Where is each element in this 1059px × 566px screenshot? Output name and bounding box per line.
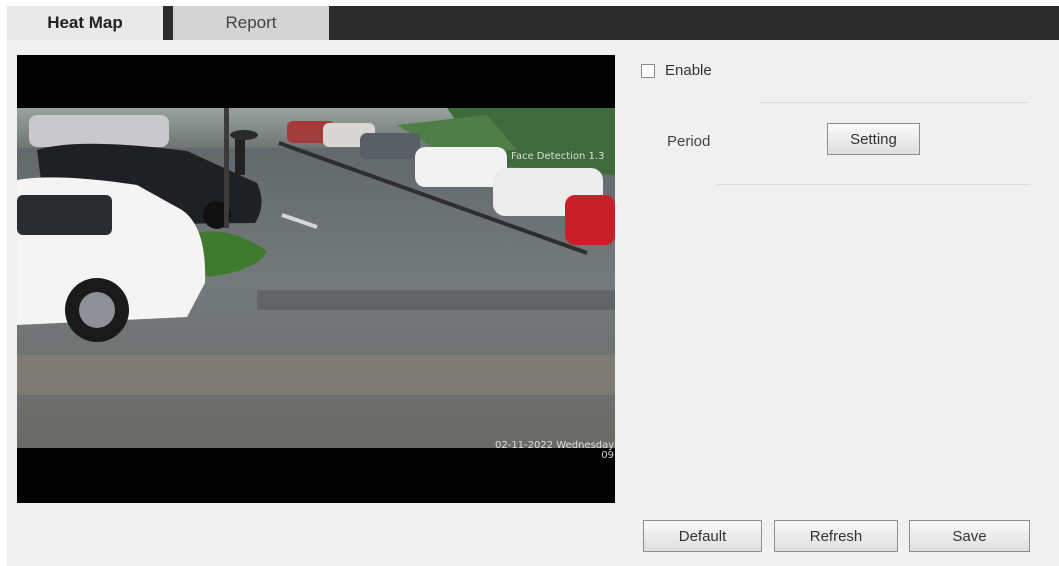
tab-heat-map[interactable]: Heat Map bbox=[7, 6, 163, 40]
enable-label: Enable bbox=[665, 62, 712, 79]
tab-report[interactable]: Report bbox=[173, 6, 329, 40]
osd-channel-title: Face Detection 1.3 bbox=[511, 151, 605, 162]
video-preview: Face Detection 1.3 02-11-2022 Wednesday … bbox=[17, 55, 615, 503]
camera-frame-image bbox=[17, 108, 615, 448]
osd-time: 09:30:33 bbox=[601, 450, 615, 461]
tab-bar: Heat Map Report bbox=[7, 6, 1059, 40]
save-button[interactable]: Save bbox=[909, 520, 1030, 552]
refresh-button[interactable]: Refresh bbox=[774, 520, 898, 552]
period-setting-button[interactable]: Setting bbox=[827, 123, 920, 155]
osd-date: 02-11-2022 Wednesday 10:06 bbox=[495, 440, 615, 451]
period-label: Period bbox=[667, 133, 711, 150]
divider bbox=[717, 184, 1030, 185]
divider bbox=[760, 102, 1030, 103]
enable-checkbox[interactable] bbox=[641, 63, 655, 78]
enable-toggle[interactable]: Enable bbox=[641, 62, 712, 79]
osd-timestamp: 02-11-2022 Wednesday 10:06 09:30:33 bbox=[495, 441, 615, 461]
heat-map-panel: Face Detection 1.3 02-11-2022 Wednesday … bbox=[7, 40, 1059, 566]
tab-separator bbox=[163, 6, 173, 40]
default-button[interactable]: Default bbox=[643, 520, 762, 552]
